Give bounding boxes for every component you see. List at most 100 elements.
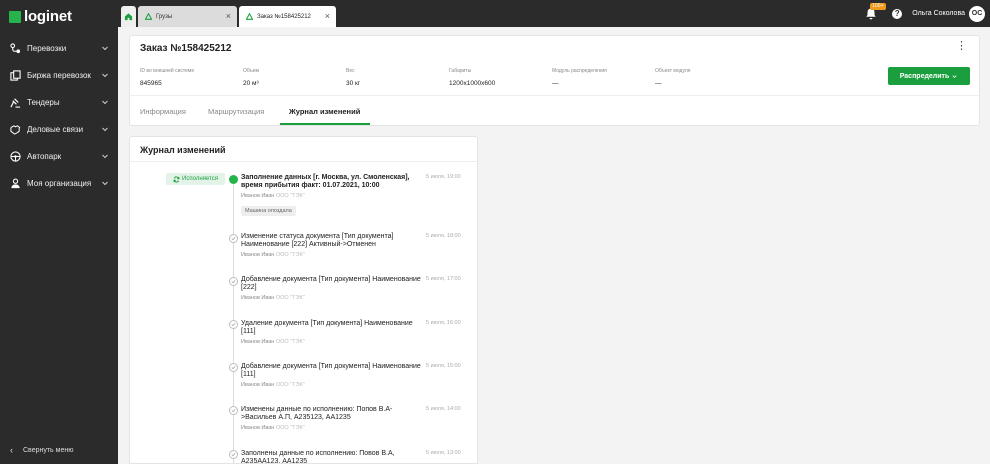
chevron-down-icon <box>102 154 108 159</box>
author-org: ООО "ТЭК" <box>275 295 305 301</box>
chevron-down-icon <box>102 73 108 78</box>
log-entry: Заполнены данные по исполнению: Повов В.… <box>241 450 421 464</box>
notifications-button[interactable]: 100+ <box>865 2 886 21</box>
chevron-down-icon <box>102 127 108 132</box>
log-entry-time: 5 июля, 15:00 <box>426 363 461 369</box>
sidebar-item-label: Перевозки <box>27 44 67 53</box>
field-module-object: Объект модуля — <box>655 68 755 87</box>
timeline-dot <box>229 450 238 459</box>
author-org: ООО "ТЭК" <box>275 425 305 431</box>
field-value: — <box>552 80 559 87</box>
field-weight: Вес 30 кг <box>346 68 446 87</box>
cargo-icon <box>145 13 152 20</box>
chevron-left-icon: ‹ <box>10 445 13 455</box>
logo-mark <box>9 10 21 23</box>
sidebar-item-tenders[interactable]: Тендеры <box>0 89 118 116</box>
check-icon <box>231 366 236 370</box>
sidebar-item-label: Деловые связи <box>27 125 84 134</box>
sidebar-item-label: Тендеры <box>27 98 60 107</box>
timeline-dot-active <box>229 175 238 184</box>
route-icon <box>10 43 21 54</box>
steering-wheel-icon <box>10 151 21 162</box>
check-icon <box>231 453 236 457</box>
user-name[interactable]: Ольга Соколова <box>912 10 965 17</box>
sidebar: loginet Перевозки Биржа перевозок Тендер… <box>0 0 118 464</box>
log-entry-author: Иванов Иван ООО "ТЭК" <box>241 382 421 388</box>
field-label: Модуль распределения <box>552 68 607 74</box>
exchange-icon <box>10 70 21 81</box>
status-label: Исполняется <box>182 176 218 182</box>
log-entry: Заполнение данных [г. Москва, ул. Смолен… <box>241 174 421 217</box>
status-badge: Исполняется <box>166 173 225 185</box>
sidebar-item-label: Моя организация <box>27 179 92 188</box>
sidebar-nav: Перевозки Биржа перевозок Тендеры Деловы… <box>0 35 118 197</box>
author-name: Иванов Иван <box>241 295 275 301</box>
field-value: 20 м³ <box>243 80 259 87</box>
logo-text: loginet <box>24 8 72 25</box>
close-icon[interactable]: × <box>226 11 231 21</box>
log-entry-time: 5 июля, 17:00 <box>426 276 461 282</box>
chevron-down-icon <box>102 100 108 105</box>
tab-routing[interactable]: Маршрутизация <box>208 97 264 125</box>
log-entry-text: Заполнены данные по исполнению: Повов В.… <box>241 450 395 464</box>
log-entry-time: 5 июля, 18:00 <box>426 233 461 239</box>
page-title: Заказ №158425212 <box>140 43 232 54</box>
gavel-icon <box>10 97 21 108</box>
tab-order[interactable]: Заказ №158425212 × <box>239 6 336 27</box>
logo[interactable]: loginet <box>9 8 72 25</box>
field-label: Вес <box>346 68 355 74</box>
log-entry-text: Заполнение данных [г. Москва, ул. Смолен… <box>241 174 410 189</box>
log-entry-author: Иванов Иван ООО "ТЭК" <box>241 339 421 345</box>
log-entry-time: 5 июля, 19:00 <box>426 174 461 180</box>
order-card: Заказ №158425212 ⋮ ID во внешней системе… <box>129 35 980 126</box>
field-label: Объект модуля <box>655 68 691 74</box>
field-label: ID во внешней системе <box>140 68 195 74</box>
log-entry-author: Иванов Иван ООО "ТЭК" <box>241 193 421 199</box>
sidebar-item-organization[interactable]: Моя организация <box>0 170 118 197</box>
cargo-icon <box>246 13 253 20</box>
check-icon <box>231 409 236 413</box>
top-bar-right: 100+ ? Ольга Соколова ОС <box>865 0 990 27</box>
distribute-button[interactable]: Распределить <box>888 67 970 85</box>
top-bar: Грузы × Заказ №158425212 × 100+ ? Ольга … <box>118 0 990 27</box>
more-options-icon[interactable]: ⋮ <box>956 41 967 52</box>
notification-badge: 100+ <box>870 2 886 10</box>
chevron-down-icon <box>102 46 108 51</box>
log-entry-text: Изменение статуса документа [Тип докумен… <box>241 233 394 248</box>
log-entry-tag: Машина опоздала <box>241 206 296 216</box>
check-icon <box>231 237 236 241</box>
field-value: 845965 <box>140 80 162 87</box>
sidebar-item-transport[interactable]: Перевозки <box>0 35 118 62</box>
tab-home[interactable] <box>121 6 136 27</box>
home-icon <box>124 13 133 21</box>
log-entry-author: Иванов Иван ООО "ТЭК" <box>241 295 421 301</box>
log-entry-time: 5 июля, 14:00 <box>426 406 461 412</box>
collapse-menu-button[interactable]: ‹ Свернуть меню <box>10 445 73 455</box>
divider <box>130 95 979 96</box>
author-name: Иванов Иван <box>241 193 275 199</box>
avatar[interactable]: ОС <box>969 5 985 22</box>
author-org: ООО "ТЭК" <box>275 193 305 199</box>
field-volume: Объем 20 м³ <box>243 68 343 87</box>
sidebar-item-fleet[interactable]: Автопарк <box>0 143 118 170</box>
log-entry-text: Добавление документа [Тип документа] Наи… <box>241 276 421 291</box>
author-name: Иванов Иван <box>241 339 275 345</box>
help-icon[interactable]: ? <box>892 8 903 19</box>
organization-icon <box>10 178 21 189</box>
tab-information[interactable]: Информация <box>140 97 186 125</box>
field-dimensions: Габариты 1200x1000x600 <box>449 68 549 87</box>
tab-change-log[interactable]: Журнал изменений <box>279 97 371 125</box>
close-icon[interactable]: × <box>325 11 330 21</box>
sidebar-item-business-links[interactable]: Деловые связи <box>0 116 118 143</box>
log-entry-author: Иванов Иван ООО "ТЭК" <box>241 252 421 258</box>
chevron-down-icon <box>952 74 957 78</box>
sidebar-item-label: Автопарк <box>27 152 62 161</box>
author-org: ООО "ТЭК" <box>275 382 305 388</box>
field-value: 1200x1000x600 <box>449 80 496 87</box>
timeline-dot <box>229 277 238 286</box>
author-name: Иванов Иван <box>241 382 275 388</box>
tab-cargo[interactable]: Грузы × <box>138 6 237 27</box>
timeline-dot <box>229 320 238 329</box>
sidebar-item-exchange[interactable]: Биржа перевозок <box>0 62 118 89</box>
collapse-menu-label: Свернуть меню <box>23 446 74 454</box>
